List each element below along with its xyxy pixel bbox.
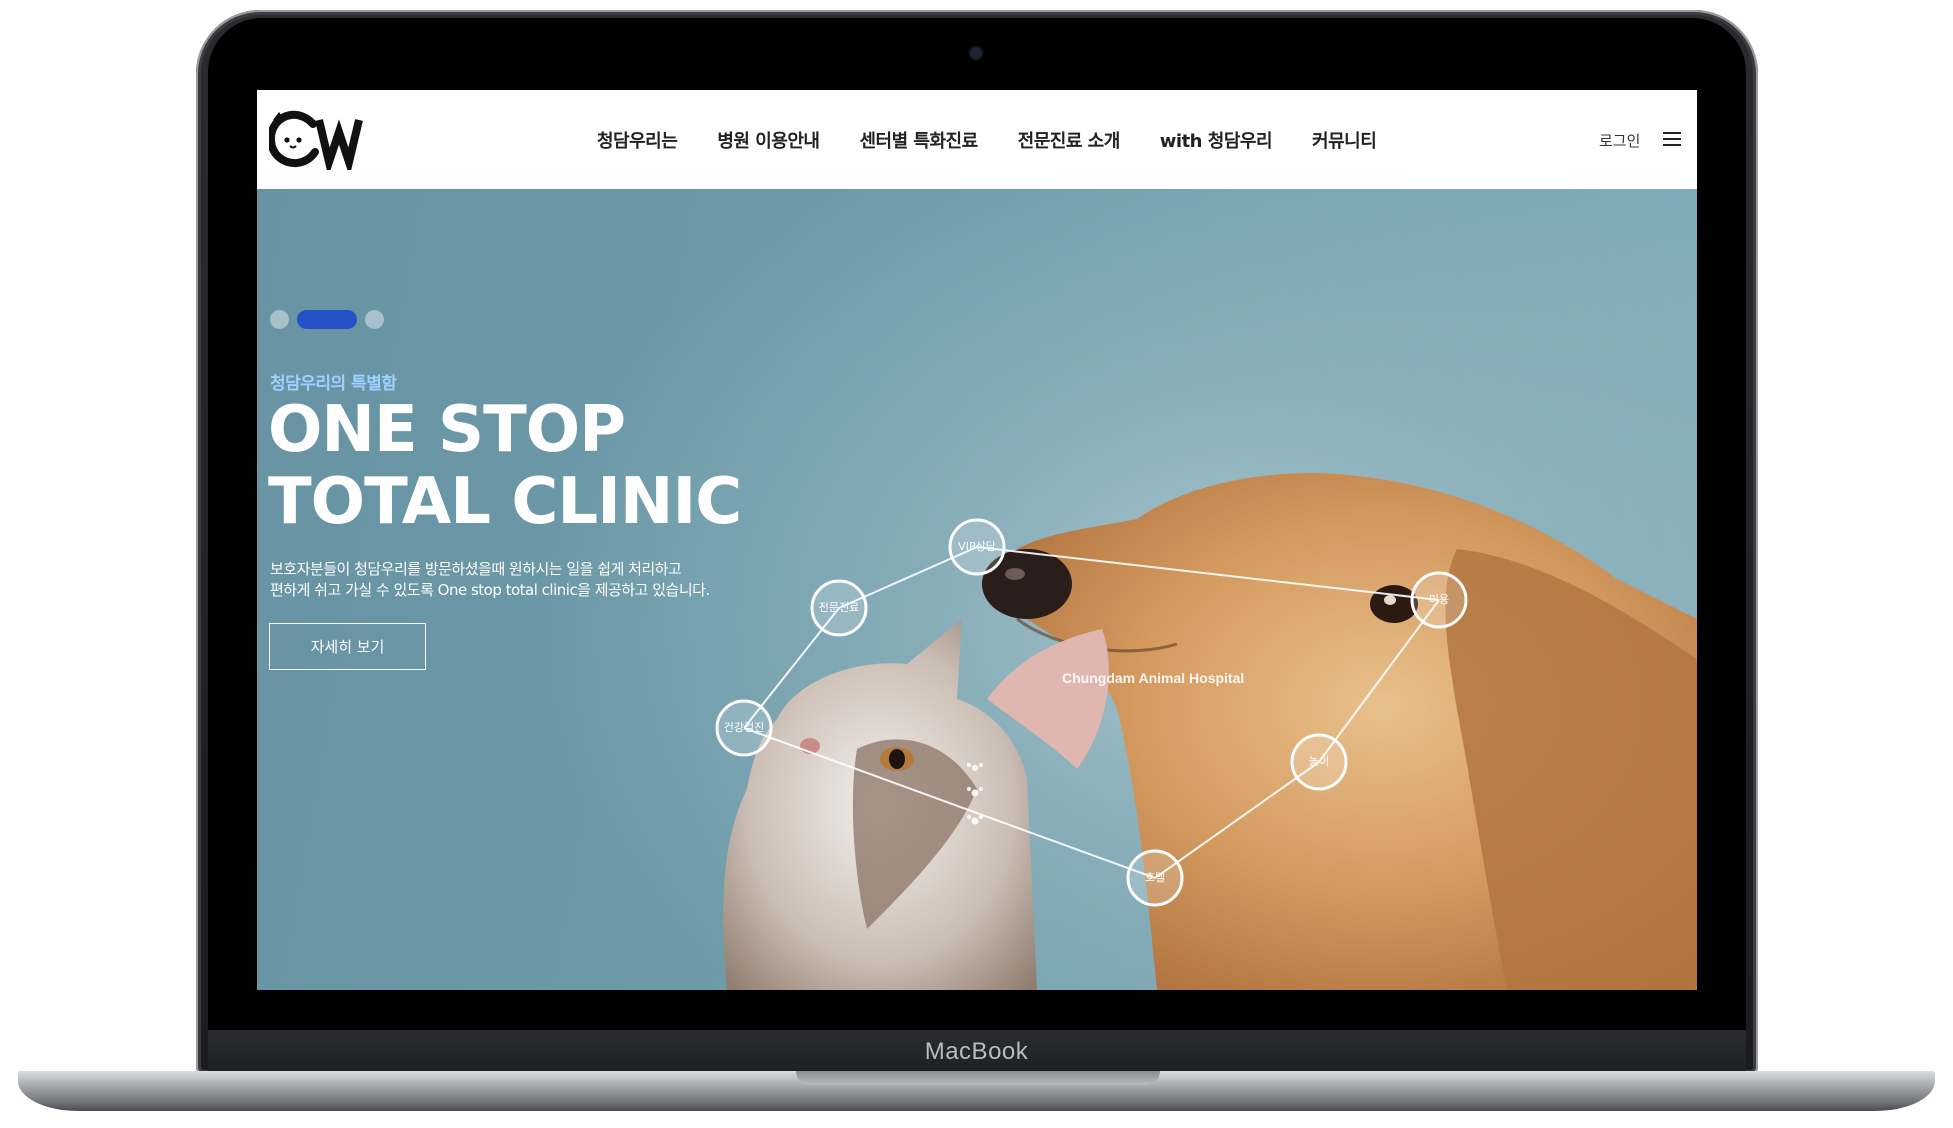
headline-line-1: ONE STOP (268, 393, 626, 467)
desc-line-1: 보호자분들이 청담우리를 방문하셨을때 원하시는 일을 쉽게 처리하고 (270, 560, 682, 578)
slide-dot-1[interactable] (270, 309, 289, 329)
hero-description: 보호자분들이 청담우리를 방문하셨을때 원하시는 일을 쉽게 처리하고 편하게 … (270, 559, 830, 601)
slide-dot-2-active[interactable] (297, 309, 357, 329)
camera-icon (970, 47, 982, 59)
desc-line-2: 편하게 쉬고 가실 수 있도록 One stop total clinic을 제… (270, 581, 710, 599)
nav-specialist-care[interactable]: 전문진료 소개 (1018, 127, 1121, 153)
hamburger-menu-icon[interactable] (1663, 132, 1681, 146)
nav-hospital-guide[interactable]: 병원 이용안내 (717, 127, 820, 153)
cw-logo[interactable] (269, 110, 379, 170)
hero-headline: ONE STOP TOTAL CLINIC (268, 393, 742, 539)
headline-line-2: TOTAL CLINIC (268, 465, 742, 539)
main-nav: 청담우리는 병원 이용안내 센터별 특화진료 전문진료 소개 with 청담우리… (597, 90, 1416, 189)
slide-dot-3[interactable] (365, 309, 384, 329)
node-grooming-label: 미용 (1429, 593, 1449, 606)
node-play-label: 놀이 (1309, 755, 1329, 768)
site-header: 청담우리는 병원 이용안내 센터별 특화진료 전문진료 소개 with 청담우리… (257, 90, 1697, 189)
hospital-name: Chungdam Animal Hospital (1062, 670, 1244, 686)
node-specialist-label: 전문진료 (819, 601, 859, 614)
slider-pagination (270, 309, 392, 329)
cat-image (723, 619, 1109, 990)
node-vip-label: VIP상담 (958, 540, 996, 553)
node-checkup-label: 건강검진 (724, 721, 764, 734)
node-hotel-label: 호텔 (1145, 871, 1165, 884)
hero-section: VIP상담 전문진료 미용 건강검진 놀이 호텔 Chungdam Animal… (257, 189, 1697, 990)
nav-community[interactable]: 커뮤니티 (1312, 127, 1377, 153)
nav-specialized-centers[interactable]: 센터별 특화진료 (859, 127, 978, 153)
login-link[interactable]: 로그인 (1599, 130, 1640, 151)
nav-about[interactable]: 청담우리는 (597, 127, 678, 153)
view-details-button[interactable]: 자세히 보기 (269, 623, 426, 670)
device-label: MacBook (924, 1038, 1029, 1065)
hero-eyebrow: 청담우리의 특별함 (270, 374, 397, 394)
website-screen: VIP상담 전문진료 미용 건강검진 놀이 호텔 Chungdam Animal… (257, 90, 1697, 990)
nav-with-cheongdam[interactable]: with 청담우리 (1160, 127, 1273, 153)
laptop-base-notch (796, 1071, 1160, 1085)
